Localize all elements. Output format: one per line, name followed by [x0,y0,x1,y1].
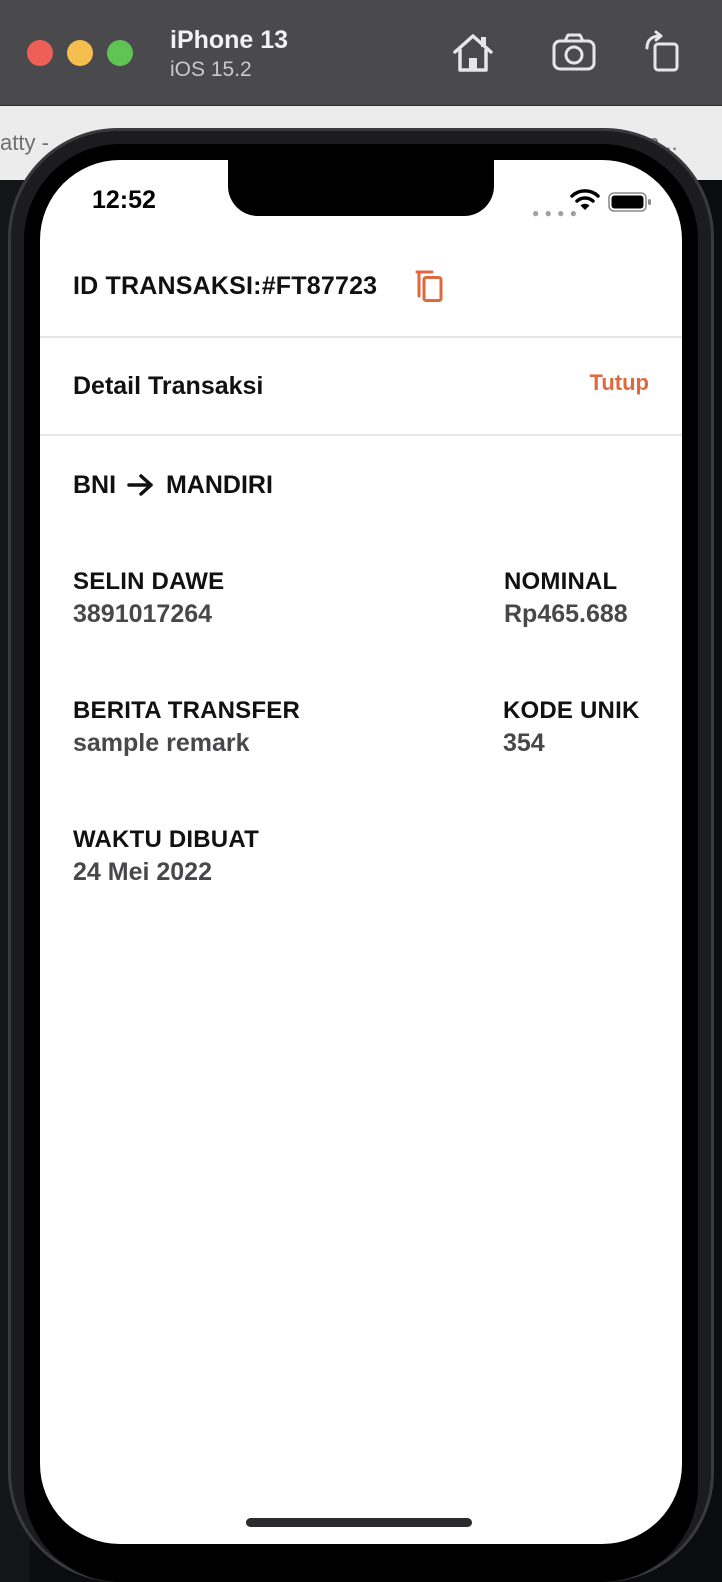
phone-screen: 12:52 ● ● ● ● ID TRANSAKSI:#FT87723 Deta… [40,160,682,1544]
home-icon[interactable] [450,30,496,76]
created-value: 24 Mei 2022 [73,858,212,886]
device-name: iPhone 13 [170,26,289,54]
zoom-window-button[interactable] [107,40,133,66]
route-to: MANDIRI [165,470,273,499]
notch [228,160,494,216]
divider [40,336,682,338]
remark-field: BERITA TRANSFER sample remark [73,697,300,758]
account-name: SELIN DAWE [73,568,225,595]
background-window-text: atty - [0,130,49,155]
os-version: iOS 15.2 [170,58,252,81]
unique-code-value: 354 [503,729,545,757]
route-from: BNI [73,470,117,499]
unique-code-label: KODE UNIK [503,697,640,724]
remark-label: BERITA TRANSFER [73,697,300,724]
home-indicator[interactable] [246,1518,472,1527]
rotate-icon[interactable] [641,30,687,76]
nominal-value: Rp465.688 [504,600,628,628]
transaction-id: ID TRANSAKSI:#FT87723 [73,272,378,300]
close-window-button[interactable] [27,40,53,66]
battery-icon [608,192,651,212]
minimize-window-button[interactable] [67,40,93,66]
camera-icon[interactable] [551,30,597,76]
account-number: 3891017264 [73,600,213,628]
simulator-title-bar: iPhone 13 iOS 15.2 [0,0,722,106]
bank-route: BNI MANDIRI [73,470,273,500]
nominal-field: NOMINAL Rp465.688 [504,568,628,629]
created-label: WAKTU DIBUAT [73,826,259,853]
status-time: 12:52 [92,186,156,214]
detail-title: Detail Transaksi [73,372,264,400]
nominal-label: NOMINAL [504,568,618,595]
wifi-icon [570,189,600,210]
arrow-right-icon [127,474,153,497]
remark-value: sample remark [73,729,250,757]
unique-code-field: KODE UNIK 354 [503,697,639,758]
status-icons: ● ● ● ● [532,188,652,220]
divider [40,434,682,436]
copy-icon[interactable] [412,268,448,304]
transaction-id-row: ID TRANSAKSI:#FT87723 [40,260,682,336]
account-field: SELIN DAWE 3891017264 [73,568,224,629]
close-button[interactable]: Tutup [590,370,649,396]
created-time-field: WAKTU DIBUAT 24 Mei 2022 [73,826,259,887]
